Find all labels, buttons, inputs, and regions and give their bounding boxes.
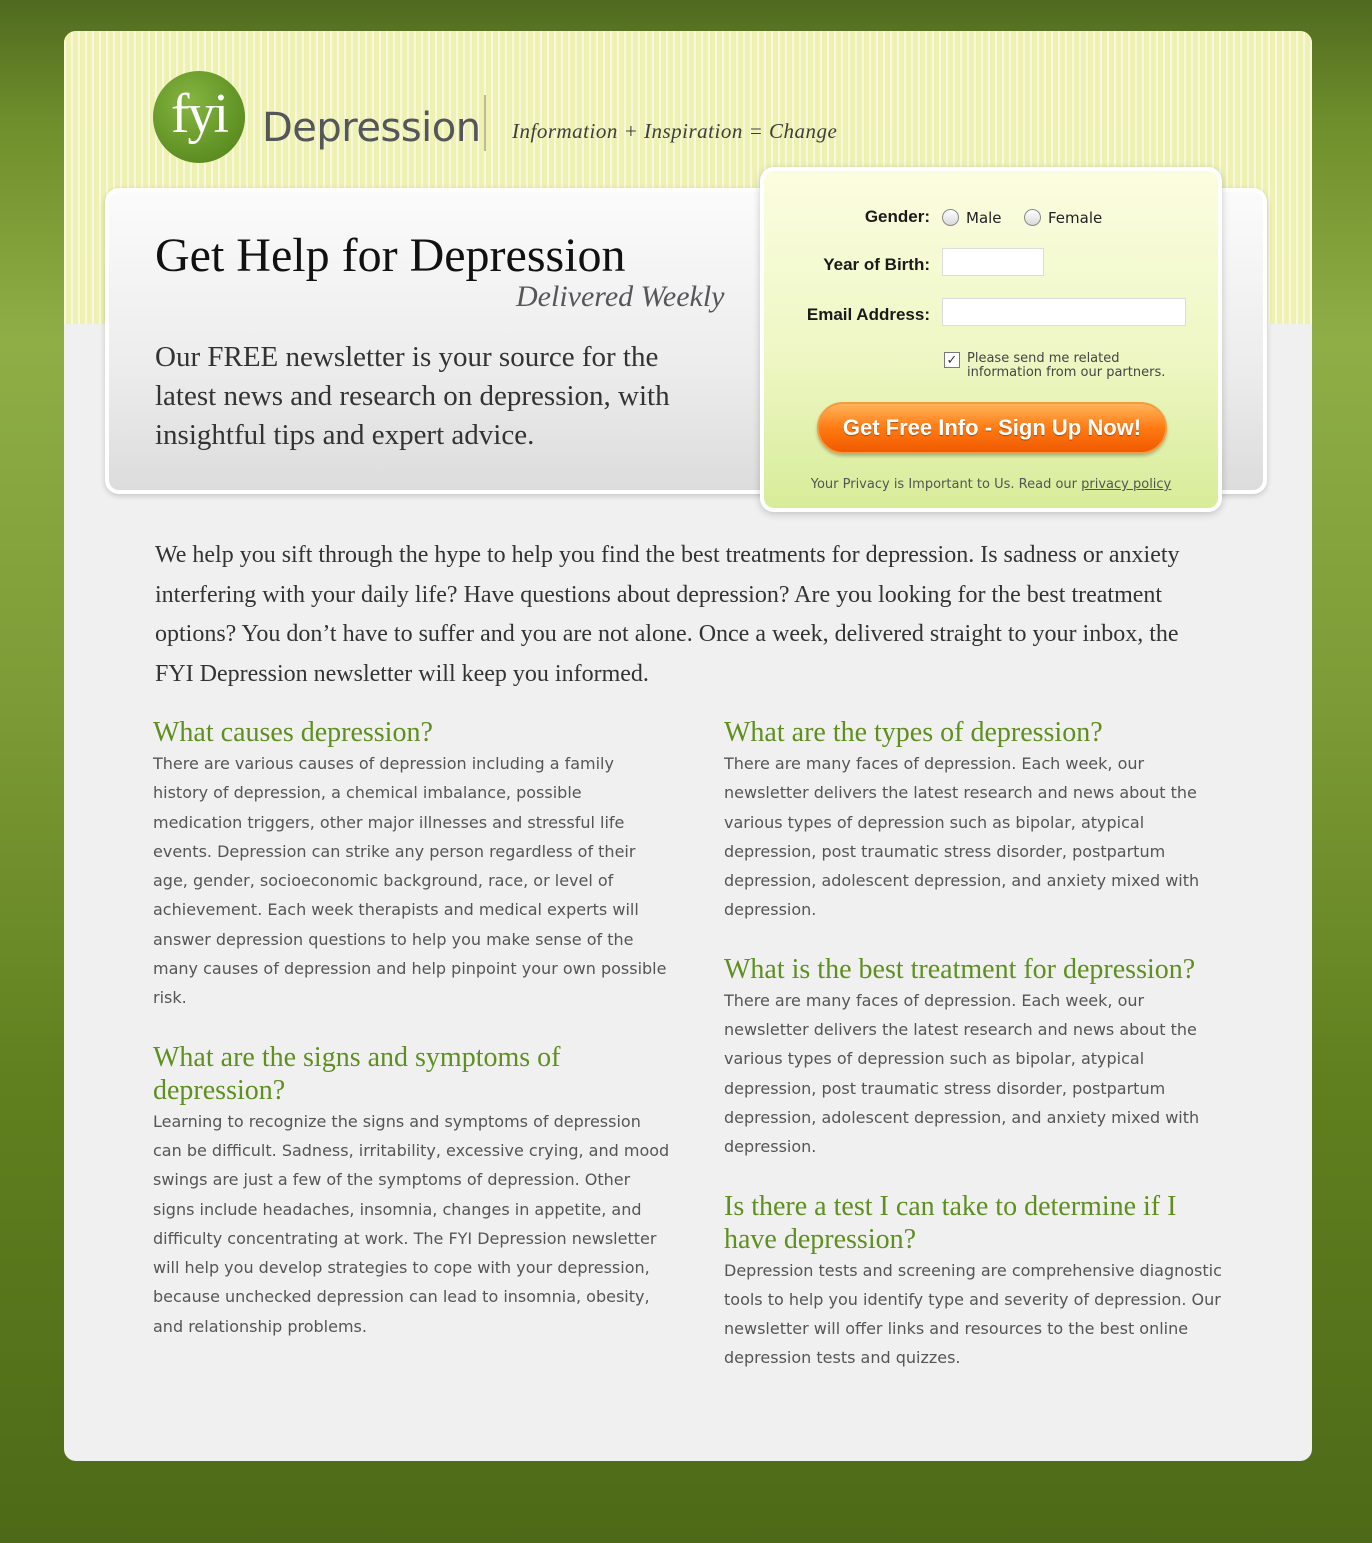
partners-checkbox[interactable]: ✓ (944, 352, 960, 368)
section-heading: What are the types of depression? (724, 717, 1103, 748)
partners-checkbox-label[interactable]: Please send me related information from … (967, 352, 1197, 380)
email-label: Email Address: (806, 305, 930, 324)
section-heading: What causes depression? (153, 717, 433, 748)
section-body: There are many faces of depression. Each… (724, 990, 1200, 1157)
hero-subtitle: Delivered Weekly (516, 280, 725, 313)
gender-label: Gender: (864, 207, 930, 226)
brand-name: Depression (262, 105, 481, 151)
signup-form: Gender: Male Female Year of Birth: Email… (760, 167, 1222, 512)
section-body: Learning to recognize the signs and symp… (153, 1111, 670, 1336)
gender-female-radio[interactable] (1024, 209, 1041, 226)
signup-button[interactable]: Get Free Info - Sign Up Now! (817, 402, 1167, 454)
year-of-birth-input[interactable] (942, 248, 1044, 276)
privacy-notice: Your Privacy is Important to Us. Read ou… (764, 477, 1218, 492)
year-of-birth-label: Year of Birth: (823, 255, 930, 274)
fyi-logo[interactable]: fyi (153, 71, 245, 163)
email-input[interactable] (942, 298, 1186, 326)
section-heading: What is the best treatment for depressio… (724, 953, 1196, 985)
page-container: fyi Depression Information + Inspiration… (64, 31, 1312, 1461)
hero-title: Get Help for Depression (155, 229, 626, 282)
section-heading: Is there a test I can take to determine … (724, 1190, 1177, 1255)
section-heading: What are the signs and symptoms of depre… (153, 1041, 561, 1106)
section-body: There are many faces of depression. Each… (724, 754, 1200, 920)
section-body: There are various causes of depression i… (153, 754, 667, 1008)
hero-description: Our FREE newsletter is your source for t… (155, 341, 670, 451)
gender-male-label[interactable]: Male (966, 209, 1002, 227)
intro-paragraph: We help you sift through the hype to hel… (155, 542, 1180, 687)
left-column: What causes depression? There are variou… (153, 716, 673, 1369)
gender-male-radio[interactable] (942, 209, 959, 226)
right-column: What are the types of depression? There … (724, 716, 1244, 1401)
header-divider (484, 95, 486, 151)
section-body: Depression tests and screening are compr… (724, 1260, 1222, 1368)
gender-female-label[interactable]: Female (1048, 209, 1102, 227)
privacy-text: Your Privacy is Important to Us. Read ou… (810, 477, 1077, 492)
logo-text: fyi (170, 83, 229, 145)
privacy-policy-link[interactable]: privacy policy (1081, 477, 1171, 492)
tagline: Information + Inspiration = Change (512, 119, 838, 143)
